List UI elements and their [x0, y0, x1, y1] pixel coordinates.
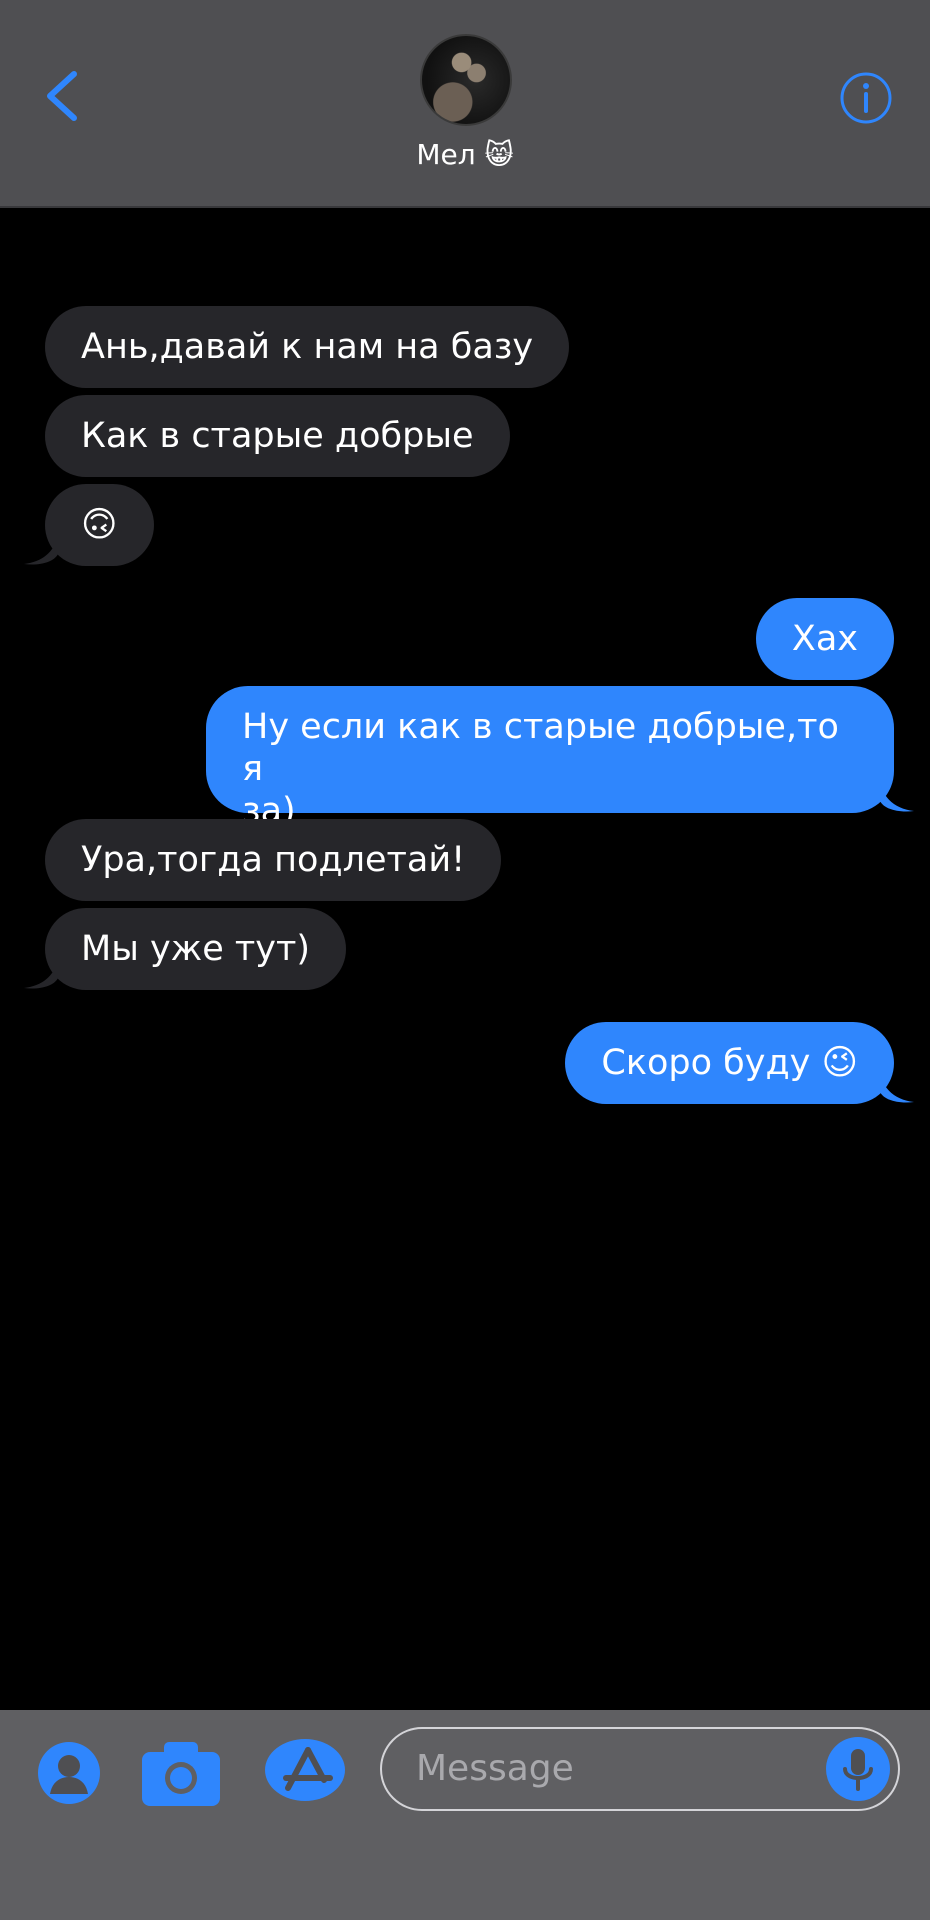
message-outgoing[interactable]: Ну если как в старые добрые,то я за) [206, 686, 894, 831]
contact-name[interactable]: Мел 😸 [0, 138, 930, 171]
message-placeholder: Message [416, 1748, 574, 1789]
message-incoming[interactable]: 🙃 [45, 484, 154, 566]
message-text: Хах [791, 619, 858, 659]
message-incoming[interactable]: Ань,давай к нам на базу [45, 306, 570, 388]
back-button[interactable] [40, 66, 90, 126]
contact-icon [38, 1742, 100, 1804]
chevron-left-icon [47, 71, 77, 121]
message-text: Скоро буду 😉 [601, 1043, 858, 1083]
message-text: 🙃 [81, 505, 118, 545]
bubble-tail [880, 783, 914, 812]
info-button[interactable] [838, 70, 894, 126]
bubble-tail [880, 1074, 914, 1103]
contact-avatar[interactable] [420, 34, 512, 126]
message-incoming[interactable]: Как в старые добрые [45, 395, 510, 477]
contact-share-button[interactable] [38, 1742, 100, 1808]
message-incoming[interactable]: Ура,тогда подлетай! [45, 819, 502, 901]
microphone-icon [843, 1749, 873, 1791]
message-outgoing[interactable]: Скоро буду 😉 [565, 1022, 894, 1104]
info-icon [840, 72, 892, 124]
message-text: Ура,тогда подлетай! [81, 840, 466, 880]
message-text: Как в старые добрые [81, 416, 474, 456]
app-store-button[interactable] [264, 1738, 346, 1806]
message-input[interactable]: Message [380, 1727, 900, 1811]
dictation-button[interactable] [826, 1737, 890, 1801]
app-store-icon [265, 1739, 345, 1801]
message-text: Ну если как в старые добрые,то я [242, 707, 839, 789]
conversation-header: Мел 😸 [0, 0, 930, 208]
message-text: Мы уже тут) [81, 929, 311, 969]
message-text: Ань,давай к нам на базу [81, 327, 534, 367]
message-outgoing[interactable]: Хах [755, 598, 894, 680]
camera-button[interactable] [142, 1740, 220, 1810]
bubble-tail [24, 960, 58, 989]
bubble-tail [24, 536, 58, 565]
message-incoming[interactable]: Мы уже тут) [45, 908, 347, 990]
camera-icon [142, 1742, 220, 1806]
